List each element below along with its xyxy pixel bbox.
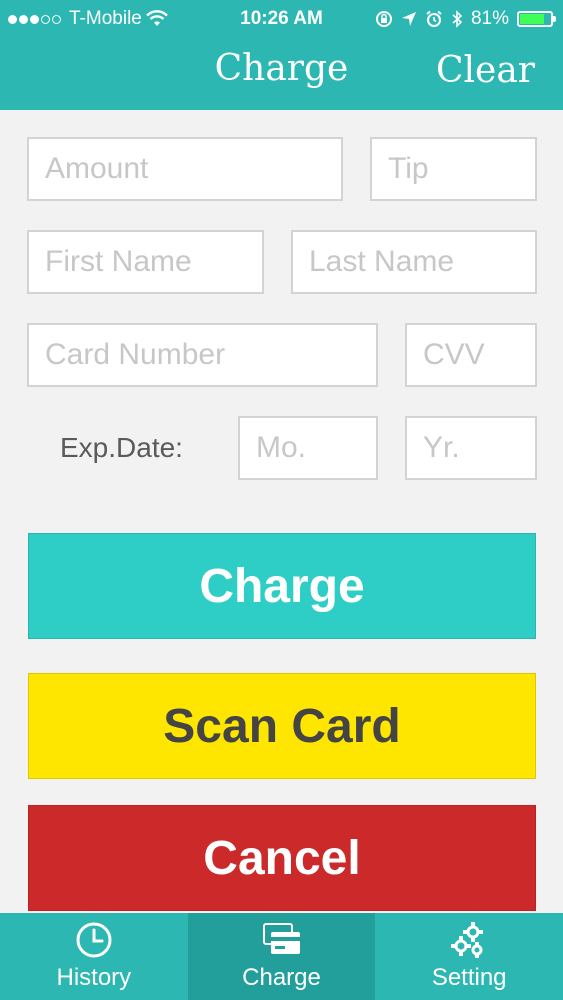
status-right: 81% <box>375 8 556 30</box>
alarm-icon <box>426 10 442 27</box>
card-number-input[interactable] <box>27 323 378 387</box>
battery-percent: 81% <box>470 8 509 29</box>
tab-setting[interactable]: Setting <box>375 913 563 1000</box>
tab-bar: History Charge Setting <box>0 913 563 1000</box>
tab-history-label: History <box>56 964 132 991</box>
exp-date-label: Exp.Date: <box>60 432 183 463</box>
exp-year-input[interactable] <box>405 416 537 480</box>
clock-icon <box>76 922 112 958</box>
status-bar: T-Mobile 10:26 AM 81% <box>0 0 563 40</box>
cancel-button[interactable]: Cancel <box>28 805 536 911</box>
tab-charge-label: Charge <box>242 964 321 991</box>
charge-button[interactable]: Charge <box>28 533 536 639</box>
scan-card-button[interactable]: Scan Card <box>28 673 536 779</box>
tab-history[interactable]: History <box>0 913 188 1000</box>
header: T-Mobile 10:26 AM 81% Charge Clear <box>0 0 563 110</box>
cvv-input[interactable] <box>405 323 537 387</box>
tab-setting-label: Setting <box>431 964 507 991</box>
tab-charge[interactable]: Charge <box>187 913 376 1000</box>
exp-month-input[interactable] <box>238 416 378 480</box>
clear-button[interactable]: Clear <box>436 50 535 91</box>
bluetooth-icon <box>452 10 463 28</box>
battery-icon <box>517 11 556 27</box>
gears-icon <box>451 922 484 958</box>
battery-fill <box>520 14 544 24</box>
location-icon <box>401 12 416 26</box>
tip-input[interactable] <box>370 137 537 201</box>
last-name-input[interactable] <box>291 230 537 294</box>
rotation-lock-icon <box>375 11 392 27</box>
amount-input[interactable] <box>27 137 343 201</box>
first-name-input[interactable] <box>27 230 264 294</box>
card-icon <box>262 923 300 954</box>
